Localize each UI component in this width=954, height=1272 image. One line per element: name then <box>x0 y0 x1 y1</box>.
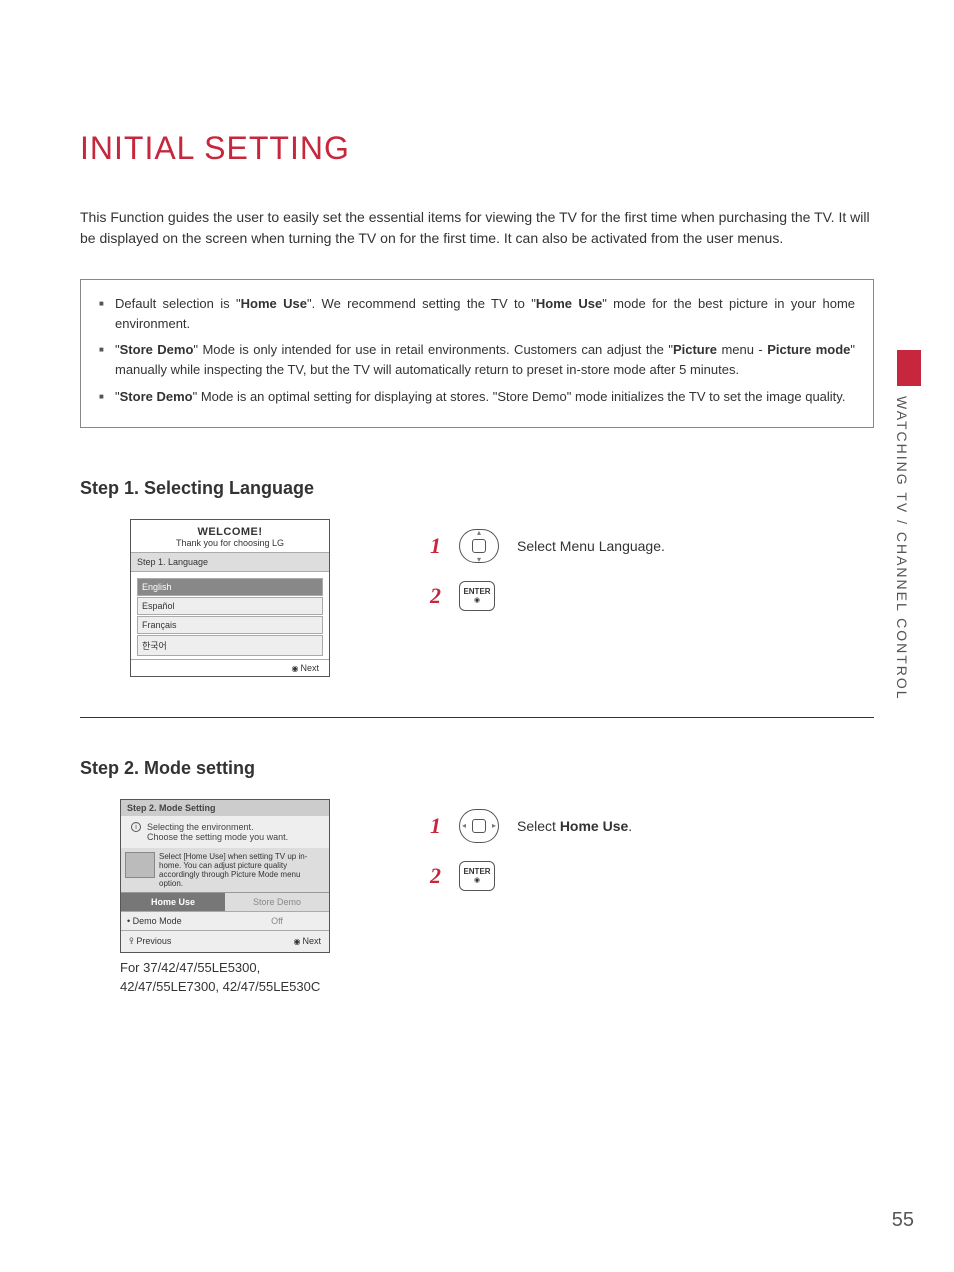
lang-option-english: English <box>137 578 323 596</box>
nav-leftright-icon <box>459 809 499 843</box>
previous-label: ꕉ Previous <box>129 936 171 947</box>
welcome-title: WELCOME! <box>131 526 329 538</box>
info-icon: i <box>131 822 141 832</box>
note-item: "Store Demo" Mode is an optimal setting … <box>99 387 855 407</box>
step1-label: Step 1. Language <box>131 552 329 572</box>
model-note: For 37/42/47/55LE5300, 42/47/55LE7300, 4… <box>120 959 340 995</box>
enter-button-icon: ENTER◉ <box>459 861 495 891</box>
energy-star-icon <box>125 852 155 878</box>
enter-button-icon: ENTER◉ <box>459 581 495 611</box>
step1-instruction: Select Menu Language. <box>517 538 665 554</box>
lang-option-francais: Français <box>137 616 323 634</box>
divider <box>80 717 874 718</box>
lang-option-espanol: Español <box>137 597 323 615</box>
side-tab: WATCHING TV / CHANNEL CONTROL <box>894 350 924 701</box>
nav-updown-icon <box>459 529 499 563</box>
hint-text: Select [Home Use] when setting TV up in-… <box>159 852 325 889</box>
page-number: 55 <box>892 1209 914 1232</box>
demo-mode-value: Off <box>225 912 329 930</box>
next-label: Next <box>131 659 329 676</box>
note-item: "Store Demo" Mode is only intended for u… <box>99 340 855 380</box>
env-line1: Selecting the environment. <box>147 822 254 832</box>
welcome-subtitle: Thank you for choosing LG <box>131 538 329 548</box>
step2-screen-title: Step 2. Mode Setting <box>121 800 329 816</box>
store-demo-button: Store Demo <box>225 892 329 911</box>
env-line2: Choose the setting mode you want. <box>147 832 288 842</box>
step1-heading: Step 1. Selecting Language <box>80 478 874 499</box>
side-tab-marker <box>897 350 921 386</box>
notes-box: Default selection is "Home Use". We reco… <box>80 279 874 428</box>
step2-heading: Step 2. Mode setting <box>80 758 874 779</box>
step-number-2: 2 <box>430 863 441 889</box>
step1-screenshot: WELCOME! Thank you for choosing LG Step … <box>130 519 330 677</box>
step-number-2: 2 <box>430 583 441 609</box>
home-use-button: Home Use <box>121 892 225 911</box>
side-section-label: WATCHING TV / CHANNEL CONTROL <box>894 396 910 701</box>
next-label: Next <box>294 936 322 947</box>
note-item: Default selection is "Home Use". We reco… <box>99 294 855 334</box>
demo-mode-label: • Demo Mode <box>121 912 225 930</box>
step-number-1: 1 <box>430 813 441 839</box>
page-title: INITIAL SETTING <box>80 130 874 167</box>
intro-text: This Function guides the user to easily … <box>80 207 874 249</box>
step-number-1: 1 <box>430 533 441 559</box>
lang-option-korean: 한국어 <box>137 635 323 656</box>
step2-instruction: Select Home Use. <box>517 818 632 834</box>
step2-screenshot: Step 2. Mode Setting i Selecting the env… <box>120 799 330 954</box>
